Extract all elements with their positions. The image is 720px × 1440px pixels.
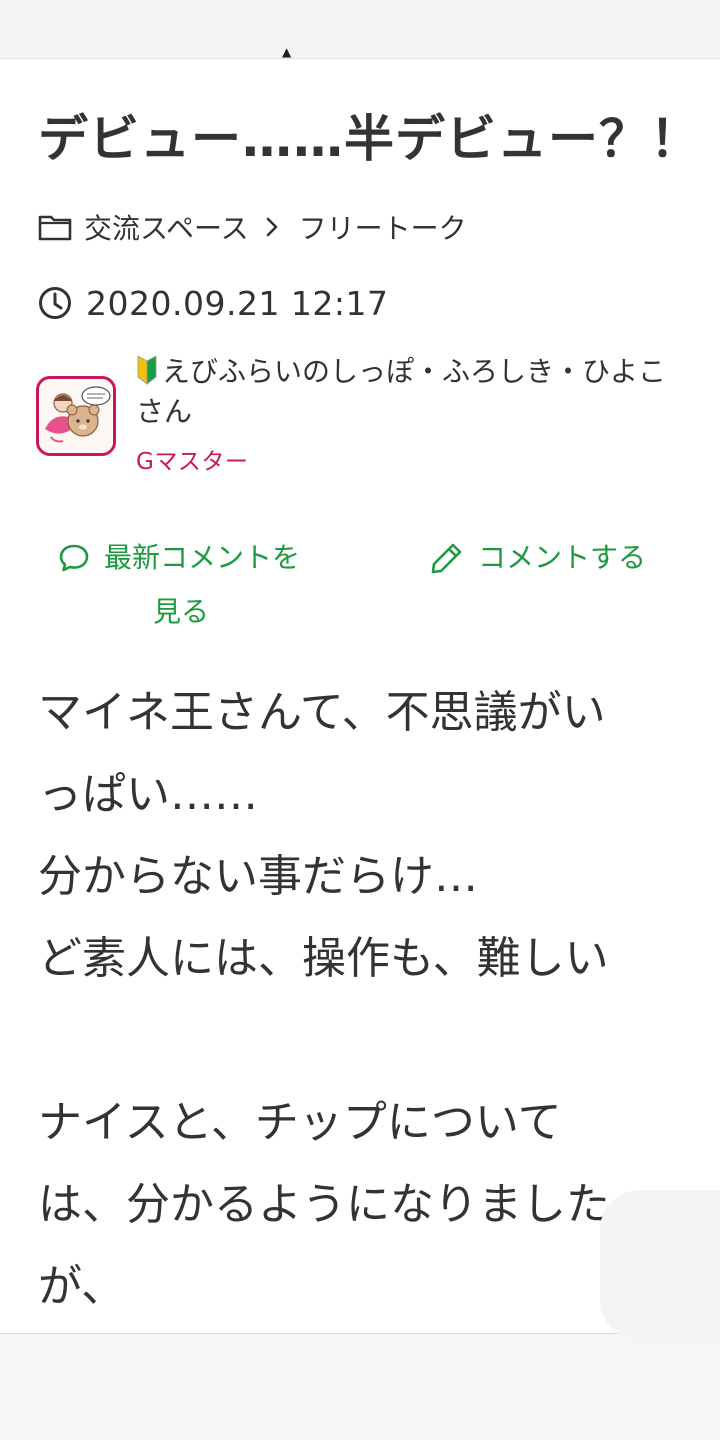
body-line: マイネ王さんて、不思議がい	[38, 687, 606, 738]
author-name-line2: さん	[136, 395, 193, 428]
view-latest-comments-label-1: 最新コメントを	[104, 541, 301, 574]
top-status-area: ▲	[0, 0, 720, 58]
author-avatar[interactable]	[36, 376, 116, 456]
edge-mask	[600, 1190, 720, 1340]
author-rank-badge: Gマスター	[136, 449, 249, 475]
body-line: は、分かるようになりました	[38, 1179, 610, 1230]
breadcrumb-subcategory-link[interactable]: フリートーク	[299, 207, 467, 247]
body-line: ど素人には、操作も、難しい	[38, 933, 609, 984]
view-latest-comments-link[interactable]: 最新コメントを 見る	[58, 531, 328, 639]
clock-icon	[39, 287, 71, 319]
author-name[interactable]: えびふらいのしっぽ・ふろしき・ひよこ さん	[136, 352, 696, 432]
write-comment-link[interactable]: コメントする	[430, 531, 646, 585]
datetime-text: 2020.09.21 12:17	[86, 283, 389, 323]
article-title: デビュー……半デビュー？！	[38, 110, 701, 168]
body-line: が、	[38, 1261, 126, 1312]
avatar-illustration	[39, 379, 113, 453]
top-edge-glyph: ▲	[282, 45, 292, 59]
post-datetime: 2020.09.21 12:17	[38, 282, 389, 324]
write-comment-label: コメントする	[478, 541, 647, 574]
body-line: 分からない事だらけ…	[38, 851, 478, 902]
view-latest-comments-label-2: 見る	[153, 595, 210, 628]
body-line: ナイスと、チップについて	[38, 1097, 562, 1148]
body-blank-line	[38, 1000, 678, 1082]
breadcrumb: 交流スペース フリートーク	[38, 206, 467, 248]
bottom-bar-area	[0, 1334, 720, 1440]
body-line: っぱい……	[38, 769, 258, 820]
article-body: マイネ王さんて、不思議がい っぱい…… 分からない事だらけ… ど素人には、操作も…	[38, 672, 678, 1328]
speech-bubble-icon	[59, 544, 89, 572]
chevron-right-icon	[266, 217, 277, 237]
pencil-icon	[431, 543, 462, 574]
folder-icon	[38, 215, 72, 241]
beginner-mark-icon	[137, 355, 157, 385]
author-name-line1: えびふらいのしっぽ・ふろしき・ひよこ	[162, 355, 667, 388]
breadcrumb-category-link[interactable]: 交流スペース	[84, 207, 249, 247]
